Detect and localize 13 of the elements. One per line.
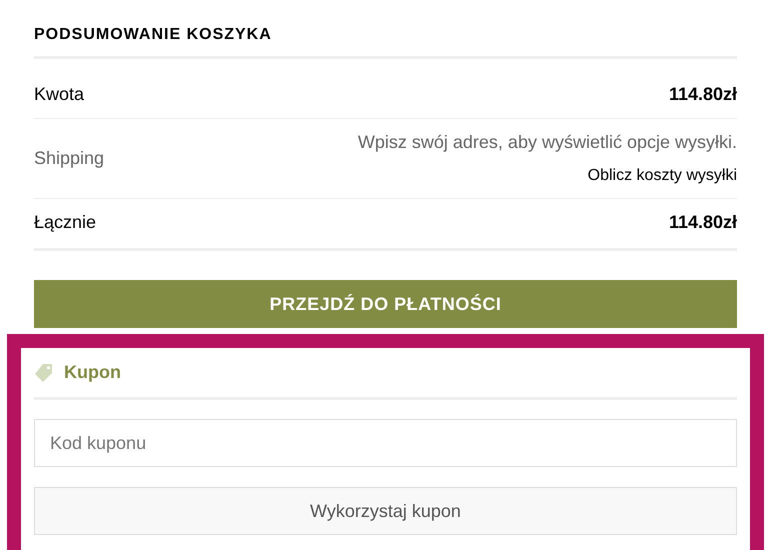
row-label: Łącznie [34, 211, 96, 234]
summary-title: PODSUMOWANIE KOSZYKA [34, 25, 272, 45]
checkout-button[interactable]: PRZEJDŹ DO PŁATNOŚCI [34, 280, 737, 328]
coupon-code-field[interactable]: Kod kuponu [34, 419, 737, 467]
amount-value: 114.80zł [668, 211, 737, 234]
tag-icon [34, 362, 54, 382]
coupon-title: Kupon [64, 361, 121, 384]
shipping-note: Wpisz swój adres, aby wyświetlić opcje wysyłki. [358, 131, 737, 154]
calculate-shipping-link[interactable]: Oblicz koszty wysyłki [588, 164, 737, 188]
row-label: Kwota [34, 83, 84, 106]
amount-value: 114.80zł [668, 83, 737, 106]
row-label: Shipping [34, 147, 104, 170]
apply-coupon-button[interactable]: Wykorzystaj kupon [34, 487, 737, 535]
